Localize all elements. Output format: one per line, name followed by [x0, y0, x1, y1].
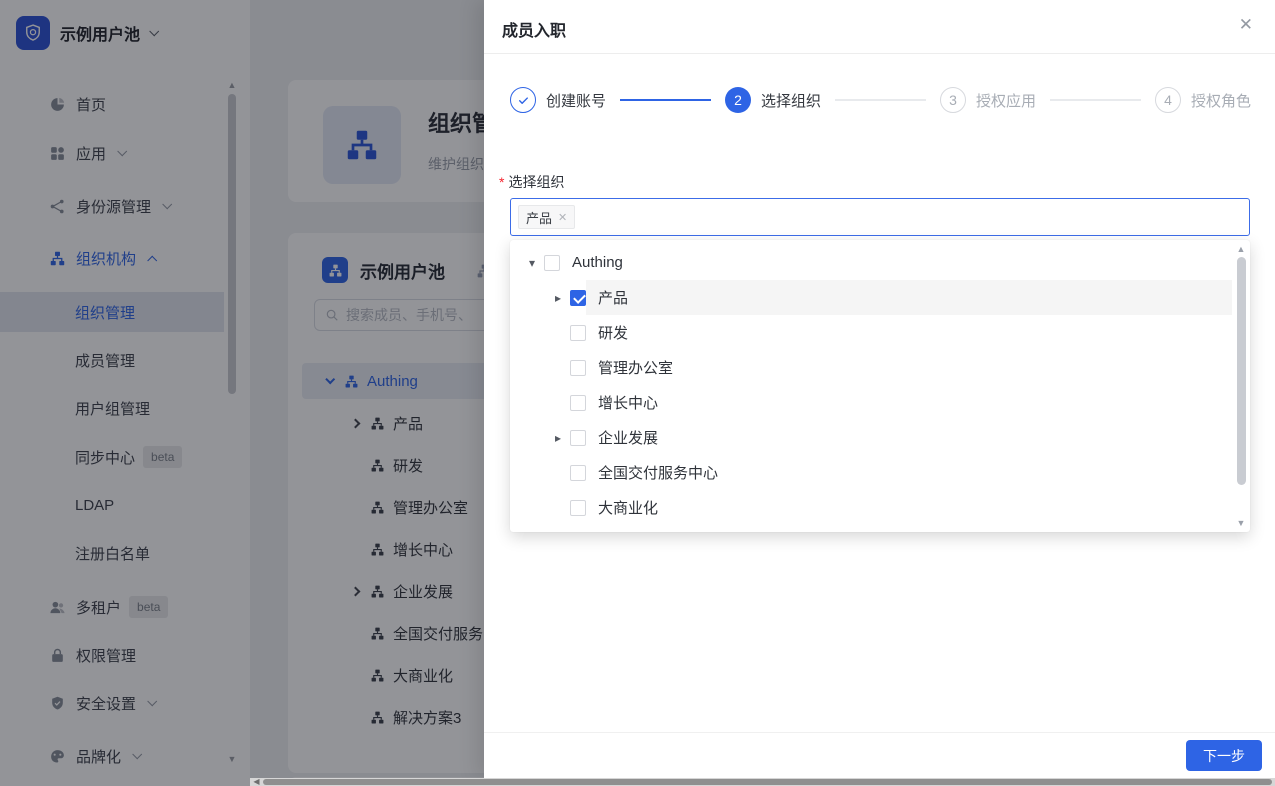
dropdown-tree-node-产品[interactable]: ▸ 产品	[510, 280, 1232, 315]
selected-org-tag: 产品 ✕	[518, 205, 576, 229]
step-check-icon	[510, 87, 536, 113]
scroll-left-arrow-icon[interactable]: ◀	[250, 778, 263, 786]
app-window: 示例用户池 首页 应用 身份源管理 组织机构 组织管理 成员管理 用户组管理 同步中心 bet…	[0, 0, 1275, 786]
dropdown-node-label-area[interactable]: 增长中心	[586, 385, 1232, 420]
org-select-input[interactable]: 产品 ✕	[510, 198, 1250, 236]
step-授权角色: 4 授权角色	[1155, 87, 1251, 113]
checkbox-unchecked[interactable]	[544, 254, 560, 271]
step-connector	[620, 99, 711, 101]
checkbox-checked[interactable]	[570, 289, 586, 306]
dropdown-node-label-area[interactable]: 大商业化	[586, 490, 1232, 525]
dropdown-scrollbar-thumb[interactable]	[1237, 257, 1246, 485]
scroll-up-arrow-icon[interactable]: ▲	[1235, 243, 1247, 255]
drawer-title: 成员入职	[502, 23, 567, 40]
dropdown-tree-node-研发[interactable]: 研发	[510, 315, 1232, 350]
dropdown-tree-node-全国交付服务中心[interactable]: 全国交付服务中心	[510, 455, 1232, 490]
checkbox-unchecked[interactable]	[570, 394, 586, 411]
horizontal-scrollbar-thumb[interactable]	[263, 779, 1272, 785]
next-step-button[interactable]: 下一步	[1186, 740, 1262, 771]
steps-bar: 创建账号 2 选择组织 3 授权应用 4 授权角色	[510, 87, 1251, 113]
dropdown-tree-node-企业发展[interactable]: ▸ 企业发展	[510, 420, 1232, 455]
caret-down-icon[interactable]: ▾	[524, 256, 540, 270]
close-icon[interactable]: ✕	[1239, 16, 1253, 33]
dropdown-node-label: 全国交付服务中心	[598, 465, 719, 482]
dropdown-node-label-area[interactable]: Authing	[560, 245, 1232, 280]
step-label: 授权角色	[1191, 92, 1252, 110]
horizontal-scrollbar[interactable]: ◀	[250, 778, 1275, 786]
checkbox-unchecked[interactable]	[570, 324, 586, 341]
checkbox-unchecked[interactable]	[570, 499, 586, 516]
step-number: 4	[1155, 87, 1181, 113]
dropdown-node-label: 研发	[598, 325, 629, 342]
caret-right-icon[interactable]: ▸	[550, 431, 566, 445]
tag-remove-icon[interactable]: ✕	[558, 211, 567, 224]
caret-right-icon[interactable]: ▸	[550, 291, 566, 305]
step-创建账号: 创建账号	[510, 87, 606, 113]
scroll-down-arrow-icon[interactable]: ▼	[1235, 517, 1247, 529]
step-选择组织: 2 选择组织	[725, 87, 821, 113]
dropdown-node-label-area[interactable]: 产品	[586, 280, 1232, 315]
step-label: 创建账号	[546, 92, 607, 110]
form-label-text: 选择组织	[508, 174, 565, 190]
drawer-footer: 下一步	[484, 732, 1275, 778]
member-onboarding-drawer: 成员入职 ✕ 创建账号 2 选择组织 3 授权应用 4 授权角色 * 选择组织 产品 ✕ ▾ A…	[484, 0, 1275, 778]
drawer-header: 成员入职 ✕	[484, 0, 1275, 54]
dropdown-tree-node-增长中心[interactable]: 增长中心	[510, 385, 1232, 420]
dropdown-node-label-area[interactable]: 管理办公室	[586, 350, 1232, 385]
step-number: 3	[940, 87, 966, 113]
dropdown-node-label-area[interactable]: 研发	[586, 315, 1232, 350]
dropdown-node-label: 大商业化	[598, 500, 659, 517]
step-label: 选择组织	[761, 92, 822, 110]
dropdown-tree-node-管理办公室[interactable]: 管理办公室	[510, 350, 1232, 385]
step-授权应用: 3 授权应用	[940, 87, 1036, 113]
required-asterisk: *	[499, 174, 505, 190]
checkbox-unchecked[interactable]	[570, 464, 586, 481]
dropdown-node-label-area[interactable]: 企业发展	[586, 420, 1232, 455]
form-label: * 选择组织	[499, 172, 564, 192]
org-tree-dropdown: ▾ Authing ▸ 产品 研发 管理办公室 增长中心 ▸ 企业发展 全国交付服务中心 大商业化 …	[510, 240, 1250, 532]
dropdown-tree-node-大商业化[interactable]: 大商业化	[510, 490, 1232, 525]
dropdown-node-label: 管理办公室	[598, 360, 674, 377]
step-connector	[835, 99, 926, 101]
checkbox-unchecked[interactable]	[570, 429, 586, 446]
step-number: 2	[725, 87, 751, 113]
tag-label: 产品	[526, 210, 553, 226]
dropdown-node-label-area[interactable]: 全国交付服务中心	[586, 455, 1232, 490]
dropdown-node-label: 企业发展	[598, 430, 659, 447]
step-label: 授权应用	[976, 92, 1037, 110]
checkbox-unchecked[interactable]	[570, 359, 586, 376]
dropdown-node-label: Authing	[572, 254, 623, 271]
dropdown-tree-node-Authing[interactable]: ▾ Authing	[510, 245, 1232, 280]
step-connector	[1050, 99, 1141, 101]
dropdown-scrollbar[interactable]: ▲ ▼	[1235, 243, 1247, 529]
dropdown-node-label: 产品	[598, 290, 629, 307]
dropdown-node-label: 增长中心	[598, 395, 659, 412]
